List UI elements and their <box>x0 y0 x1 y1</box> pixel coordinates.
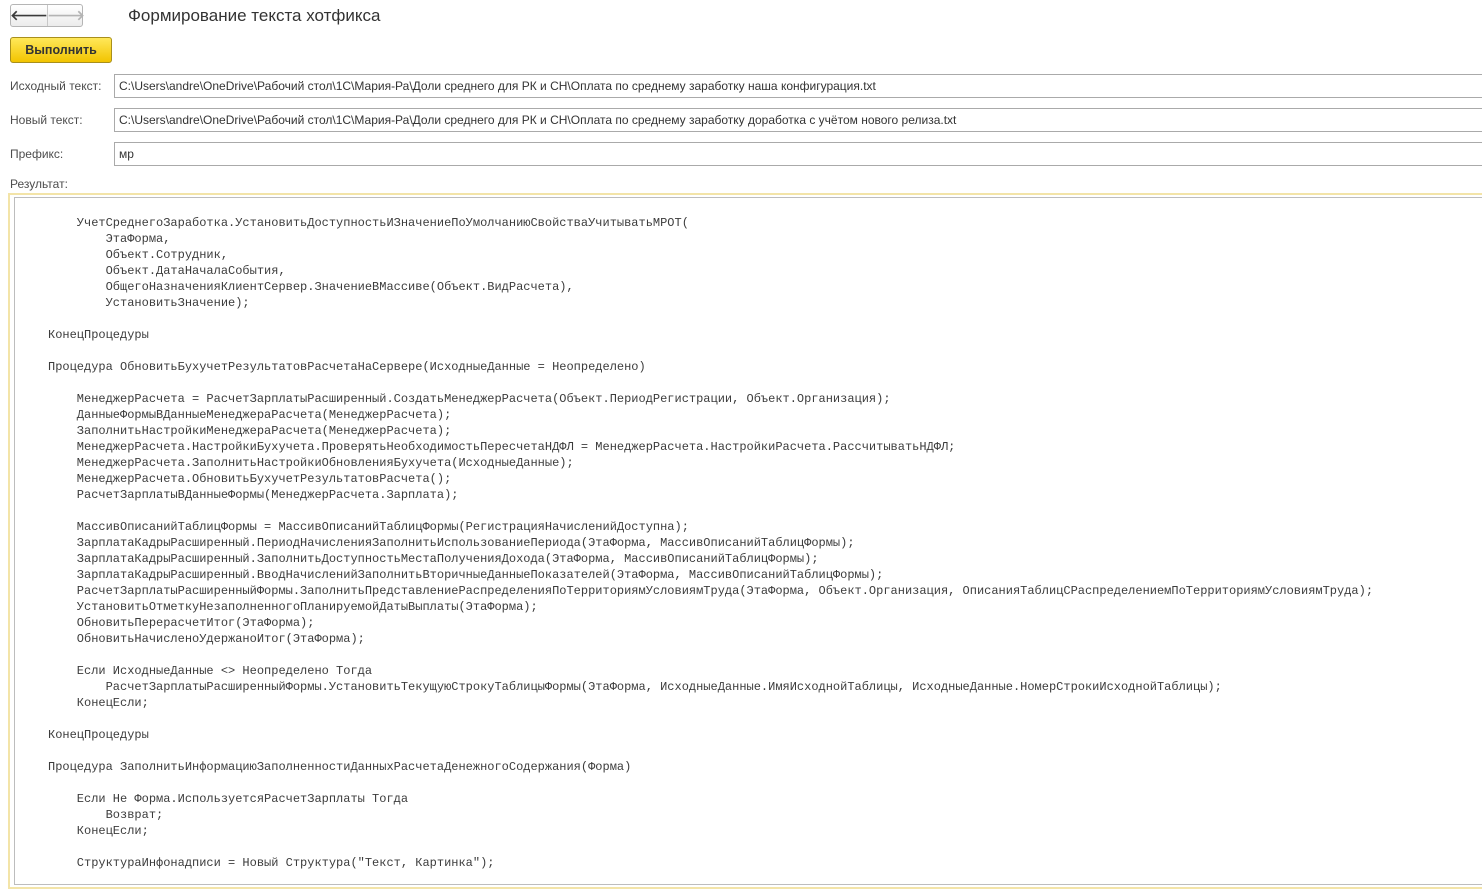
code-line: МенеджерРасчета = РасчетЗарплатыРасширен… <box>48 392 891 406</box>
code-line: КонецЕсли; <box>48 696 149 710</box>
result-text-frame: УчетСреднегоЗаработка.УстановитьДоступно… <box>14 197 1482 885</box>
code-line: ЗарплатаКадрыРасширенный.ВводНачисленийЗ… <box>48 568 884 582</box>
code-line: ЗарплатаКадрыРасширенный.ЗаполнитьДоступ… <box>48 552 819 566</box>
result-text-area[interactable]: УчетСреднегоЗаработка.УстановитьДоступно… <box>8 193 1482 889</box>
navigation-buttons: 🡐 🡒 <box>10 4 85 27</box>
prefix-field[interactable]: мр <box>114 142 1482 166</box>
code-line: Процедура ЗаполнитьИнформациюЗаполненнос… <box>48 760 632 774</box>
arrow-left-icon: 🡐 <box>10 8 48 24</box>
prefix-label: Префикс: <box>10 147 64 161</box>
code-line: РасчетЗарплатыРасширенныйФормы.Установит… <box>48 680 1222 694</box>
code-line: Если Не Форма.ИспользуетсяРасчетЗарплаты… <box>48 792 409 806</box>
code-line: Если ИсходныеДанные <> Неопределено Тогд… <box>48 664 373 678</box>
source-text-field[interactable]: C:\Users\andre\OneDrive\Рабочий стол\1С\… <box>114 74 1482 98</box>
code-line: ДанныеФормыВДанныеМенеджераРасчета(Менед… <box>48 408 452 422</box>
forward-button[interactable]: 🡒 <box>47 5 85 26</box>
source-text-label: Исходный текст: <box>10 79 102 93</box>
code-line: КонецЕсли; <box>48 824 149 838</box>
result-code-text: УчетСреднегоЗаработка.УстановитьДоступно… <box>48 215 1373 871</box>
code-line: ЭтаФорма, <box>48 232 171 246</box>
arrow-right-icon: 🡒 <box>47 8 85 24</box>
code-line: ОбновитьПерерасчетИтог(ЭтаФорма); <box>48 616 315 630</box>
code-line: МенеджерРасчета.ЗаполнитьНастройкиОбновл… <box>48 456 574 470</box>
new-text-label: Новый текст: <box>10 113 83 127</box>
code-line: РасчетЗарплатыРасширенныйФормы.Заполнить… <box>48 584 1374 598</box>
code-line: РасчетЗарплатыВДанныеФормы(МенеджерРасче… <box>48 488 459 502</box>
code-line: УчетСреднегоЗаработка.УстановитьДоступно… <box>48 216 689 230</box>
form-title: Формирование текста хотфикса <box>128 6 381 25</box>
code-line: МассивОписанийТаблицФормы = МассивОписан… <box>48 520 689 534</box>
back-button[interactable]: 🡐 <box>10 5 48 26</box>
code-line: ОбщегоНазначенияКлиентСервер.ЗначениеВМа… <box>48 280 574 294</box>
new-text-field[interactable]: C:\Users\andre\OneDrive\Рабочий стол\1С\… <box>114 108 1482 132</box>
code-line: Возврат; <box>48 808 164 822</box>
code-line: ЗаполнитьНастройкиМенеджераРасчета(Менед… <box>48 424 452 438</box>
result-label: Результат: <box>10 177 68 191</box>
code-line: УстановитьОтметкуНезаполненногоПланируем… <box>48 600 538 614</box>
code-line: МенеджерРасчета.ОбновитьБухучетРезультат… <box>48 472 452 486</box>
code-line: ЗарплатаКадрыРасширенный.ПериодНачислени… <box>48 536 855 550</box>
run-button[interactable]: Выполнить <box>10 37 112 63</box>
code-line: УстановитьЗначение); <box>48 296 250 310</box>
code-line: Объект.Сотрудник, <box>48 248 229 262</box>
code-line: ОбновитьНачисленоУдержаноИтог(ЭтаФорма); <box>48 632 365 646</box>
code-line: МенеджерРасчета.НастройкиБухучета.Провер… <box>48 440 956 454</box>
code-line: КонецПроцедуры <box>48 328 149 342</box>
code-line: СтруктураИнфонадписи = Новый Структура("… <box>48 856 495 870</box>
code-line: КонецПроцедуры <box>48 728 149 742</box>
code-line: Объект.ДатаНачалаСобытия, <box>48 264 286 278</box>
code-line: Процедура ОбновитьБухучетРезультатовРасч… <box>48 360 646 374</box>
